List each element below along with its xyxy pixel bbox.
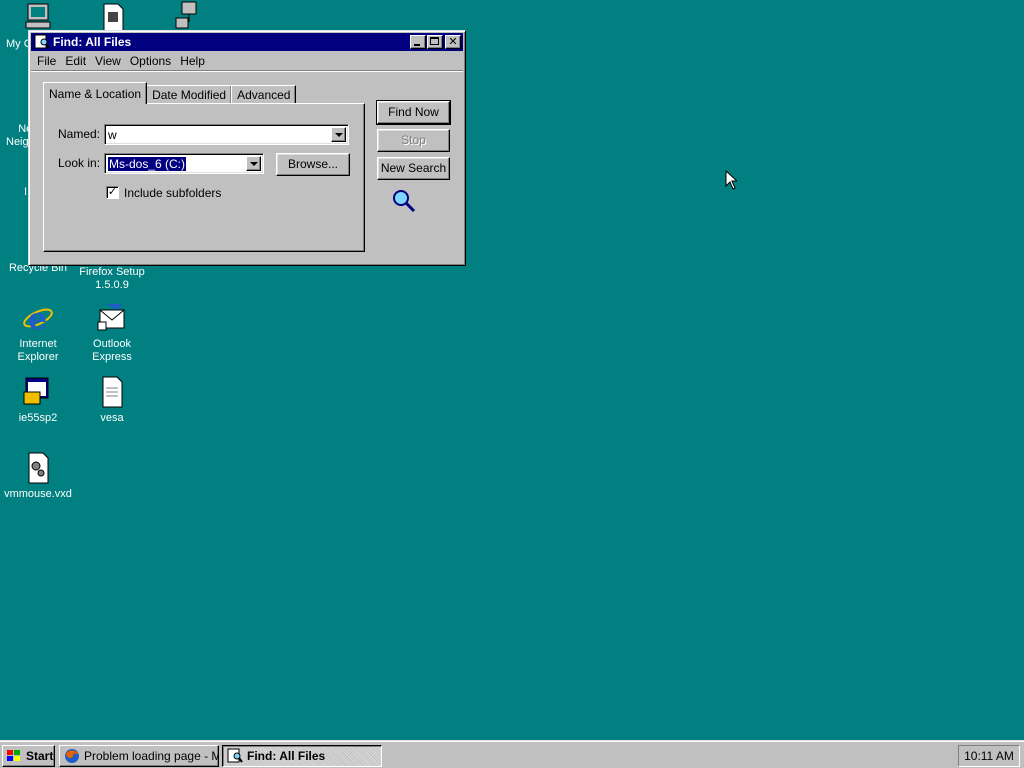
desktop-icon-label: Outlook Express xyxy=(92,338,132,363)
minimize-icon xyxy=(414,44,420,46)
checkmark-icon: ✓ xyxy=(107,186,118,198)
new-search-button[interactable]: New Search xyxy=(377,157,450,180)
installer-icon xyxy=(22,376,54,408)
find-now-button[interactable]: Find Now xyxy=(376,100,451,125)
find-window: Find: All Files ✕ File Edit View Options… xyxy=(28,30,466,266)
menu-bar: File Edit View Options Help xyxy=(31,51,463,71)
taskbar-item-find[interactable]: Find: All Files xyxy=(222,745,382,767)
outlook-express-icon xyxy=(96,302,128,334)
lookin-combobox[interactable]: Ms-dos_6 (C:) xyxy=(104,153,264,174)
lookin-label: Look in: xyxy=(58,156,101,170)
maximize-icon xyxy=(430,37,439,45)
start-button[interactable]: Start xyxy=(2,745,55,767)
close-icon: ✕ xyxy=(448,36,458,48)
desktop-icon-label: vmmouse.vxd xyxy=(4,488,72,500)
firefox-icon xyxy=(64,748,80,764)
start-label: Start xyxy=(26,749,54,763)
subfolders-label: Include subfolders xyxy=(124,186,222,200)
menu-options[interactable]: Options xyxy=(130,54,171,68)
desktop-icon-vmmouse[interactable]: vmmouse.vxd xyxy=(0,452,76,501)
desktop-icon-label: ie55sp2 xyxy=(18,412,58,424)
close-button[interactable]: ✕ xyxy=(445,35,461,49)
menu-help[interactable]: Help xyxy=(180,54,205,68)
taskbar-item-label: Problem loading page - Mo... xyxy=(84,749,218,763)
internet-explorer-icon: e xyxy=(22,302,54,337)
tab-strip: Name & Location Date Modified Advanced xyxy=(43,82,297,104)
desktop-icon-vesa[interactable]: vesa xyxy=(74,376,150,425)
windows-logo-icon xyxy=(6,748,22,764)
browse-button[interactable]: Browse... xyxy=(276,153,350,176)
chevron-down-icon[interactable] xyxy=(331,127,346,142)
magnifier-icon xyxy=(391,188,417,217)
find-icon xyxy=(227,748,243,764)
desktop-icon-label: Internet Explorer xyxy=(17,338,59,363)
tab-panel: Named: w Look in: Ms-dos_6 (C:) Browse..… xyxy=(43,103,365,252)
stop-button[interactable]: Stop xyxy=(377,129,450,152)
desktop-icon-label: Firefox Setup 1.5.0.9 xyxy=(79,266,145,291)
subfolders-checkbox[interactable]: ✓ xyxy=(106,186,119,199)
taskbar-item-label: Find: All Files xyxy=(247,749,326,763)
menu-file[interactable]: File xyxy=(37,54,56,68)
find-icon xyxy=(34,34,50,50)
tab-name-location[interactable]: Name & Location xyxy=(43,82,148,104)
system-file-icon xyxy=(22,452,54,484)
tab-advanced[interactable]: Advanced xyxy=(231,85,297,104)
mouse-cursor-icon xyxy=(725,169,739,193)
text-file-icon xyxy=(96,376,128,408)
maximize-button[interactable] xyxy=(427,35,443,49)
desktop-icon-outlook-express[interactable]: Outlook Express xyxy=(74,302,150,364)
tab-date-modified[interactable]: Date Modified xyxy=(146,85,233,104)
svg-text:e: e xyxy=(28,302,47,334)
network-icon xyxy=(172,0,204,32)
desktop-icon-internet-explorer[interactable]: e Internet Explorer xyxy=(0,302,76,364)
taskbar: Start Problem loading page - Mo... Find:… xyxy=(0,740,1024,768)
menu-view[interactable]: View xyxy=(95,54,121,68)
named-input[interactable]: w xyxy=(108,128,117,142)
desktop-icon-label: vesa xyxy=(100,412,124,424)
minimize-button[interactable] xyxy=(410,35,426,49)
system-tray-clock[interactable]: 10:11 AM xyxy=(958,745,1020,767)
named-label: Named: xyxy=(58,127,101,141)
named-combobox[interactable]: w xyxy=(104,124,349,145)
window-titlebar[interactable]: Find: All Files ✕ xyxy=(31,33,463,51)
window-title: Find: All Files xyxy=(53,35,132,49)
taskbar-item-firefox[interactable]: Problem loading page - Mo... xyxy=(59,745,219,767)
menu-edit[interactable]: Edit xyxy=(65,54,86,68)
chevron-down-icon[interactable] xyxy=(246,156,261,171)
lookin-value: Ms-dos_6 (C:) xyxy=(108,157,187,171)
desktop-icon-ie55sp2[interactable]: ie55sp2 xyxy=(0,376,76,425)
